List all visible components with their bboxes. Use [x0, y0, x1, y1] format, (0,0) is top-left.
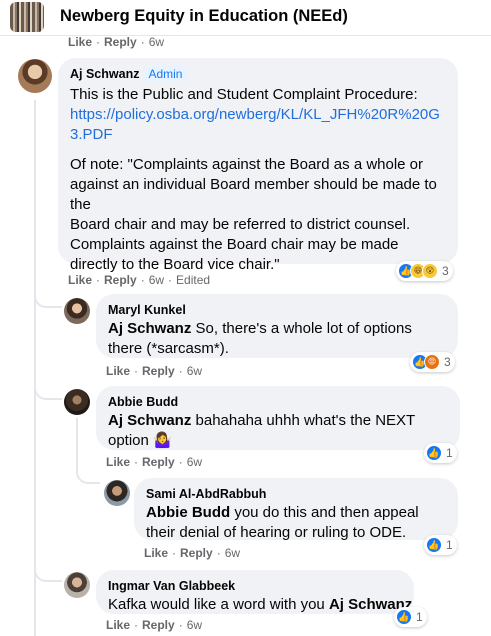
comment-bubble: Abbie Budd Aj Schwanz bahahaha uhhh what…	[96, 386, 460, 450]
reply-connector	[34, 562, 62, 582]
timestamp[interactable]: 6w	[187, 618, 202, 632]
reply-connector	[34, 288, 62, 308]
like-link[interactable]: Like	[68, 273, 92, 287]
comment-bubble: Maryl Kunkel Aj Schwanz So, there's a wh…	[96, 294, 458, 358]
reaction-count: 1	[446, 538, 453, 552]
group-cover-thumbnail[interactable]	[10, 2, 44, 32]
reply-link[interactable]: Reply	[142, 455, 175, 469]
like-link[interactable]: Like	[106, 618, 130, 632]
reply-connector	[76, 468, 100, 484]
comment-actions: Like · Reply · 6w	[106, 455, 203, 469]
reaction-count: 1	[446, 446, 453, 460]
reply-link[interactable]: Reply	[142, 618, 175, 632]
like-icon: 👍	[396, 609, 412, 625]
comment-author[interactable]: Aj Schwanz Admin	[70, 66, 446, 82]
timestamp[interactable]: 6w	[149, 273, 164, 287]
previous-comment-actions: Like · Reply · 6w	[68, 35, 165, 49]
mention-link[interactable]: Aj Schwanz	[108, 320, 191, 337]
reaction-count: 3	[444, 355, 451, 369]
comment-bubble: Ingmar Van Glabbeek Kafka would like a w…	[96, 570, 414, 614]
mention-link[interactable]: Abbie Budd	[146, 504, 230, 521]
comment-text: Kafka would like a word with you Aj Schw…	[108, 596, 413, 613]
reply-link[interactable]: Reply	[142, 364, 175, 378]
reply-connector	[34, 380, 62, 400]
comment-bubble: Aj Schwanz Admin This is the Public and S…	[58, 58, 458, 273]
timestamp[interactable]: 6w	[149, 35, 164, 49]
shrug-emoji: 🤷‍♀️	[153, 432, 172, 449]
reaction-summary[interactable]: 👍 😡 3	[410, 352, 455, 372]
comment-text: Aj Schwanz bahahaha uhhh what's the NEXT…	[108, 412, 415, 449]
comment-author[interactable]: Sami Al-AbdRabbuh	[146, 486, 446, 502]
like-icon: 👍	[426, 537, 442, 553]
comment-actions: Like · Reply · 6w · Edited	[68, 273, 211, 287]
reply-link[interactable]: Reply	[104, 35, 137, 49]
reply-link[interactable]: Reply	[180, 546, 213, 560]
comment-author[interactable]: Ingmar Van Glabbeek	[108, 578, 402, 594]
comment-text: Abbie Budd you do this and then appeal t…	[146, 504, 419, 541]
reaction-summary[interactable]: 👍 1	[394, 607, 427, 627]
reaction-summary[interactable]: 👍 1	[424, 535, 457, 555]
reply-link[interactable]: Reply	[104, 273, 137, 287]
reaction-summary[interactable]: 👍 1	[424, 443, 457, 463]
angry-icon: 😡	[424, 354, 440, 370]
like-link[interactable]: Like	[68, 35, 92, 49]
admin-badge: Admin	[143, 66, 188, 82]
comment-actions: Like · Reply · 6w	[106, 618, 203, 632]
avatar-ingmar-van-glabbeek[interactable]	[64, 572, 90, 598]
avatar-maryl-kunkel[interactable]	[64, 298, 90, 324]
policy-link[interactable]: https://policy.osba.org/newberg/KL/KL_JF…	[70, 106, 440, 143]
thread-line	[34, 100, 36, 636]
wow-icon: 😮	[422, 263, 438, 279]
timestamp[interactable]: 6w	[187, 455, 202, 469]
like-icon: 👍	[426, 445, 442, 461]
avatar-abbie-budd[interactable]	[64, 389, 90, 415]
comment-author[interactable]: Maryl Kunkel	[108, 302, 446, 318]
timestamp[interactable]: 6w	[187, 364, 202, 378]
comment-author[interactable]: Abbie Budd	[108, 394, 448, 410]
edited-label: Edited	[176, 273, 211, 287]
like-link[interactable]: Like	[144, 546, 168, 560]
reaction-count: 1	[416, 610, 423, 624]
comment-bubble: Sami Al-AbdRabbuh Abbie Budd you do this…	[134, 478, 458, 541]
comment-text: This is the Public and Student Complaint…	[70, 86, 440, 273]
comment-actions: Like · Reply · 6w	[106, 364, 203, 378]
avatar-sami-al-abdrabbuh[interactable]	[104, 480, 130, 506]
like-link[interactable]: Like	[106, 455, 130, 469]
like-link[interactable]: Like	[106, 364, 130, 378]
comment-actions: Like · Reply · 6w	[144, 546, 241, 560]
avatar-aj-schwanz[interactable]	[18, 59, 52, 93]
timestamp[interactable]: 6w	[225, 546, 240, 560]
group-header: Newberg Equity in Education (NEEd)	[0, 0, 491, 36]
nested-thread-line	[76, 418, 78, 470]
reaction-count: 3	[442, 264, 449, 278]
comment-text: Aj Schwanz So, there's a whole lot of op…	[108, 320, 412, 357]
reaction-summary[interactable]: 👍 😆 😮 3	[396, 261, 453, 281]
mention-link[interactable]: Aj Schwanz	[108, 412, 191, 429]
group-title[interactable]: Newberg Equity in Education (NEEd)	[60, 7, 348, 26]
